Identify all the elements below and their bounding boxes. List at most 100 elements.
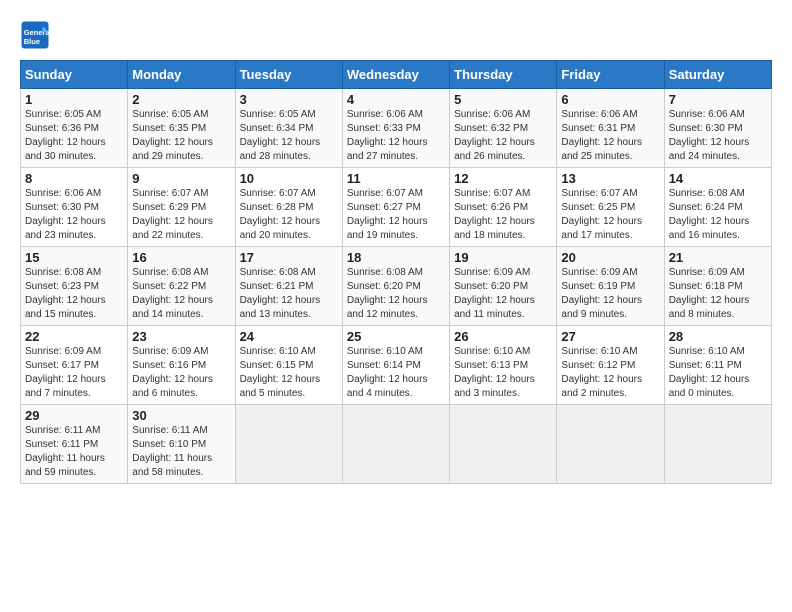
calendar-week-row: 1Sunrise: 6:05 AM Sunset: 6:36 PM Daylig… [21, 89, 772, 168]
calendar-cell: 6Sunrise: 6:06 AM Sunset: 6:31 PM Daylig… [557, 89, 664, 168]
day-number: 22 [25, 329, 123, 344]
day-info: Sunrise: 6:08 AM Sunset: 6:23 PM Dayligh… [25, 266, 123, 322]
day-info: Sunrise: 6:06 AM Sunset: 6:30 PM Dayligh… [669, 108, 767, 164]
weekday-header-tuesday: Tuesday [235, 61, 342, 89]
day-info: Sunrise: 6:05 AM Sunset: 6:34 PM Dayligh… [240, 108, 338, 164]
logo-icon: General Blue [20, 20, 50, 50]
day-number: 11 [347, 171, 445, 186]
day-number: 26 [454, 329, 552, 344]
day-number: 8 [25, 171, 123, 186]
day-number: 23 [132, 329, 230, 344]
day-number: 3 [240, 92, 338, 107]
day-number: 20 [561, 250, 659, 265]
day-number: 15 [25, 250, 123, 265]
day-number: 12 [454, 171, 552, 186]
header: General Blue [20, 20, 772, 50]
calendar-cell: 17Sunrise: 6:08 AM Sunset: 6:21 PM Dayli… [235, 247, 342, 326]
day-number: 2 [132, 92, 230, 107]
day-number: 14 [669, 171, 767, 186]
day-number: 4 [347, 92, 445, 107]
day-number: 18 [347, 250, 445, 265]
calendar-header: SundayMondayTuesdayWednesdayThursdayFrid… [21, 61, 772, 89]
day-number: 19 [454, 250, 552, 265]
day-info: Sunrise: 6:07 AM Sunset: 6:28 PM Dayligh… [240, 187, 338, 243]
calendar-cell: 13Sunrise: 6:07 AM Sunset: 6:25 PM Dayli… [557, 168, 664, 247]
calendar-cell: 10Sunrise: 6:07 AM Sunset: 6:28 PM Dayli… [235, 168, 342, 247]
day-info: Sunrise: 6:05 AM Sunset: 6:35 PM Dayligh… [132, 108, 230, 164]
calendar-cell: 20Sunrise: 6:09 AM Sunset: 6:19 PM Dayli… [557, 247, 664, 326]
day-info: Sunrise: 6:08 AM Sunset: 6:22 PM Dayligh… [132, 266, 230, 322]
day-info: Sunrise: 6:11 AM Sunset: 6:10 PM Dayligh… [132, 424, 230, 480]
weekday-header-sunday: Sunday [21, 61, 128, 89]
day-info: Sunrise: 6:08 AM Sunset: 6:20 PM Dayligh… [347, 266, 445, 322]
day-number: 1 [25, 92, 123, 107]
calendar-cell [664, 405, 771, 484]
calendar-cell: 23Sunrise: 6:09 AM Sunset: 6:16 PM Dayli… [128, 326, 235, 405]
day-info: Sunrise: 6:05 AM Sunset: 6:36 PM Dayligh… [25, 108, 123, 164]
calendar-cell: 26Sunrise: 6:10 AM Sunset: 6:13 PM Dayli… [450, 326, 557, 405]
day-info: Sunrise: 6:10 AM Sunset: 6:15 PM Dayligh… [240, 345, 338, 401]
day-number: 29 [25, 408, 123, 423]
day-info: Sunrise: 6:07 AM Sunset: 6:29 PM Dayligh… [132, 187, 230, 243]
calendar-cell: 16Sunrise: 6:08 AM Sunset: 6:22 PM Dayli… [128, 247, 235, 326]
calendar-cell: 27Sunrise: 6:10 AM Sunset: 6:12 PM Dayli… [557, 326, 664, 405]
calendar-cell: 29Sunrise: 6:11 AM Sunset: 6:11 PM Dayli… [21, 405, 128, 484]
calendar-cell: 11Sunrise: 6:07 AM Sunset: 6:27 PM Dayli… [342, 168, 449, 247]
day-number: 16 [132, 250, 230, 265]
day-info: Sunrise: 6:10 AM Sunset: 6:12 PM Dayligh… [561, 345, 659, 401]
day-number: 17 [240, 250, 338, 265]
calendar-cell: 22Sunrise: 6:09 AM Sunset: 6:17 PM Dayli… [21, 326, 128, 405]
day-info: Sunrise: 6:06 AM Sunset: 6:31 PM Dayligh… [561, 108, 659, 164]
calendar-cell: 24Sunrise: 6:10 AM Sunset: 6:15 PM Dayli… [235, 326, 342, 405]
day-info: Sunrise: 6:06 AM Sunset: 6:30 PM Dayligh… [25, 187, 123, 243]
calendar-cell: 1Sunrise: 6:05 AM Sunset: 6:36 PM Daylig… [21, 89, 128, 168]
day-number: 6 [561, 92, 659, 107]
day-info: Sunrise: 6:08 AM Sunset: 6:24 PM Dayligh… [669, 187, 767, 243]
calendar-cell: 30Sunrise: 6:11 AM Sunset: 6:10 PM Dayli… [128, 405, 235, 484]
day-info: Sunrise: 6:11 AM Sunset: 6:11 PM Dayligh… [25, 424, 123, 480]
calendar-cell [342, 405, 449, 484]
day-info: Sunrise: 6:07 AM Sunset: 6:27 PM Dayligh… [347, 187, 445, 243]
day-info: Sunrise: 6:07 AM Sunset: 6:26 PM Dayligh… [454, 187, 552, 243]
weekday-row: SundayMondayTuesdayWednesdayThursdayFrid… [21, 61, 772, 89]
day-info: Sunrise: 6:10 AM Sunset: 6:13 PM Dayligh… [454, 345, 552, 401]
calendar-cell: 21Sunrise: 6:09 AM Sunset: 6:18 PM Dayli… [664, 247, 771, 326]
day-number: 27 [561, 329, 659, 344]
day-number: 9 [132, 171, 230, 186]
calendar-cell: 28Sunrise: 6:10 AM Sunset: 6:11 PM Dayli… [664, 326, 771, 405]
day-info: Sunrise: 6:09 AM Sunset: 6:20 PM Dayligh… [454, 266, 552, 322]
calendar-cell: 9Sunrise: 6:07 AM Sunset: 6:29 PM Daylig… [128, 168, 235, 247]
day-number: 21 [669, 250, 767, 265]
weekday-header-wednesday: Wednesday [342, 61, 449, 89]
calendar-cell: 19Sunrise: 6:09 AM Sunset: 6:20 PM Dayli… [450, 247, 557, 326]
day-info: Sunrise: 6:10 AM Sunset: 6:11 PM Dayligh… [669, 345, 767, 401]
day-info: Sunrise: 6:06 AM Sunset: 6:32 PM Dayligh… [454, 108, 552, 164]
calendar-cell: 7Sunrise: 6:06 AM Sunset: 6:30 PM Daylig… [664, 89, 771, 168]
day-info: Sunrise: 6:07 AM Sunset: 6:25 PM Dayligh… [561, 187, 659, 243]
calendar-cell: 5Sunrise: 6:06 AM Sunset: 6:32 PM Daylig… [450, 89, 557, 168]
day-number: 28 [669, 329, 767, 344]
calendar-table: SundayMondayTuesdayWednesdayThursdayFrid… [20, 60, 772, 484]
weekday-header-thursday: Thursday [450, 61, 557, 89]
day-number: 10 [240, 171, 338, 186]
calendar-cell: 14Sunrise: 6:08 AM Sunset: 6:24 PM Dayli… [664, 168, 771, 247]
weekday-header-friday: Friday [557, 61, 664, 89]
logo: General Blue [20, 20, 54, 50]
day-number: 30 [132, 408, 230, 423]
svg-text:General: General [24, 28, 50, 37]
day-info: Sunrise: 6:10 AM Sunset: 6:14 PM Dayligh… [347, 345, 445, 401]
day-number: 7 [669, 92, 767, 107]
day-number: 24 [240, 329, 338, 344]
weekday-header-monday: Monday [128, 61, 235, 89]
day-info: Sunrise: 6:08 AM Sunset: 6:21 PM Dayligh… [240, 266, 338, 322]
calendar-cell: 2Sunrise: 6:05 AM Sunset: 6:35 PM Daylig… [128, 89, 235, 168]
calendar-cell: 25Sunrise: 6:10 AM Sunset: 6:14 PM Dayli… [342, 326, 449, 405]
weekday-header-saturday: Saturday [664, 61, 771, 89]
svg-text:Blue: Blue [24, 37, 40, 46]
calendar-week-row: 22Sunrise: 6:09 AM Sunset: 6:17 PM Dayli… [21, 326, 772, 405]
day-info: Sunrise: 6:09 AM Sunset: 6:19 PM Dayligh… [561, 266, 659, 322]
day-number: 5 [454, 92, 552, 107]
day-info: Sunrise: 6:09 AM Sunset: 6:18 PM Dayligh… [669, 266, 767, 322]
calendar-week-row: 29Sunrise: 6:11 AM Sunset: 6:11 PM Dayli… [21, 405, 772, 484]
calendar-cell [557, 405, 664, 484]
